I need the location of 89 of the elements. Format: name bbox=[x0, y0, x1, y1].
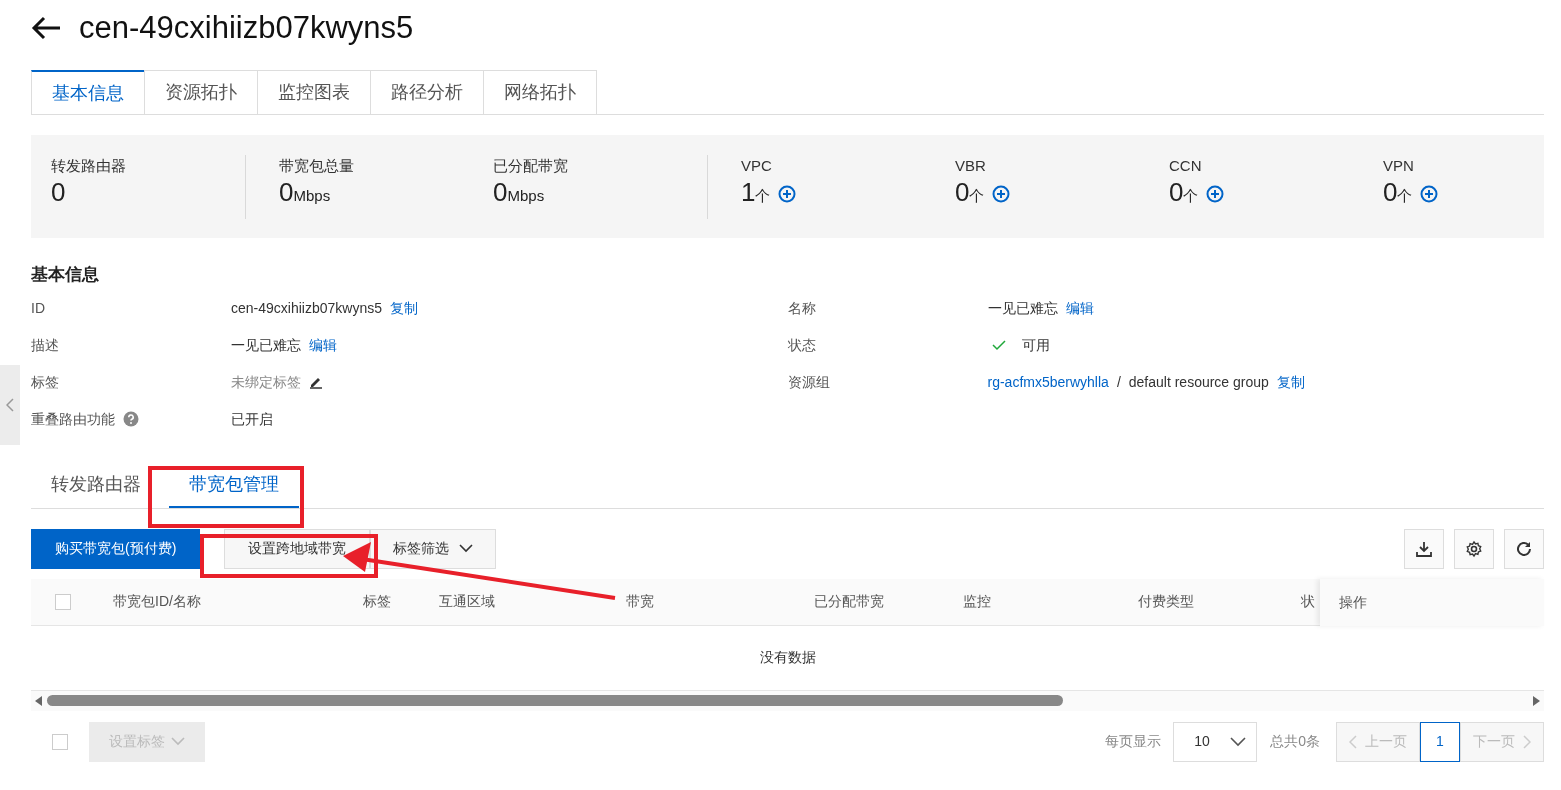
field-label: 重叠路由功能 bbox=[31, 409, 115, 429]
field-label: ID bbox=[31, 298, 45, 318]
page-button[interactable]: 1 bbox=[1420, 721, 1460, 762]
tab[interactable]: 网络拓扑 bbox=[483, 70, 597, 114]
column-header: 操作 bbox=[1339, 592, 1367, 612]
total-count: 总共0条 bbox=[1270, 732, 1320, 751]
page-size-label: 每页显示 bbox=[1105, 732, 1162, 751]
scrollbar[interactable] bbox=[31, 690, 1544, 711]
stat-unit: 个 bbox=[1397, 187, 1413, 204]
chevron-left-icon bbox=[6, 398, 14, 412]
column-header: 状 bbox=[1300, 592, 1316, 611]
check-icon bbox=[991, 339, 1006, 351]
stat-label: VPN bbox=[1383, 155, 1415, 176]
chevron-down-icon bbox=[459, 544, 474, 553]
refresh-icon bbox=[1515, 539, 1533, 558]
chevron-down-icon bbox=[1230, 736, 1247, 747]
field-value: 已开启 bbox=[231, 409, 273, 429]
help-icon bbox=[123, 411, 139, 427]
stat-unit: 个 bbox=[755, 187, 771, 204]
download-button[interactable] bbox=[1404, 528, 1444, 569]
field-value: 可用 bbox=[1021, 335, 1050, 355]
link[interactable]: 编辑 bbox=[309, 334, 337, 356]
page-title: cen-49cxihiizb07kwyns5 bbox=[79, 9, 414, 47]
column-header: 互通区域 bbox=[438, 592, 496, 611]
column-header: 已分配带宽 bbox=[813, 592, 885, 611]
filter-dropdown[interactable]: 标签筛选 bbox=[370, 528, 497, 569]
field-label: 名称 bbox=[787, 298, 816, 318]
stat-value: 0 bbox=[279, 177, 294, 207]
column-header: 带宽包ID/名称 bbox=[112, 592, 202, 611]
field-value: cen-49cxihiizb07kwyns5 bbox=[231, 298, 382, 318]
stat-value: 0 bbox=[955, 177, 970, 207]
settings-icon bbox=[1465, 539, 1483, 558]
separator: / bbox=[1116, 372, 1121, 392]
scroll-right-icon[interactable] bbox=[1533, 695, 1540, 706]
checkbox[interactable] bbox=[52, 733, 68, 750]
stat-unit: 个 bbox=[1183, 187, 1199, 204]
stat-value: 0 bbox=[1383, 177, 1398, 207]
field-label: 描述 bbox=[31, 335, 59, 355]
column-header: 标签 bbox=[362, 592, 392, 611]
field-value: default resource group bbox=[1128, 372, 1269, 392]
tab[interactable]: 带宽包管理 bbox=[169, 463, 299, 508]
stat-unit: Mbps bbox=[293, 187, 331, 204]
section-heading: 基本信息 bbox=[31, 264, 100, 286]
back-arrow-icon[interactable] bbox=[31, 16, 61, 40]
field-value: 一见已难忘 bbox=[231, 335, 301, 355]
chevron-right-icon bbox=[1523, 734, 1531, 749]
stat-label: 带宽包总量 bbox=[279, 155, 355, 176]
tab[interactable]: 基本信息 bbox=[31, 70, 145, 114]
field-label: 标签 bbox=[31, 372, 59, 392]
stat-unit: Mbps bbox=[507, 187, 545, 204]
column-header: 监控 bbox=[962, 592, 992, 611]
stat-unit: 个 bbox=[969, 187, 985, 204]
field-label: 资源组 bbox=[787, 372, 830, 392]
stat-value: 1 bbox=[741, 177, 756, 207]
link[interactable]: 复制 bbox=[1276, 371, 1305, 393]
field-value: 未绑定标签 bbox=[231, 372, 301, 392]
collapse-handle[interactable] bbox=[0, 365, 20, 445]
scroll-left-icon[interactable] bbox=[35, 695, 42, 706]
stat-label: 转发路由器 bbox=[51, 155, 127, 176]
chevron-down-icon bbox=[171, 737, 185, 746]
checkbox[interactable] bbox=[55, 593, 71, 610]
stat-value: 0 bbox=[493, 177, 508, 207]
add-icon[interactable] bbox=[992, 185, 1011, 203]
stat-label: 已分配带宽 bbox=[493, 155, 569, 176]
download-icon bbox=[1415, 539, 1433, 558]
stat-label: VBR bbox=[955, 155, 987, 176]
refresh-button[interactable] bbox=[1504, 528, 1544, 569]
stat-value: 0 bbox=[1169, 177, 1184, 207]
empty-message: 没有数据 bbox=[759, 648, 816, 667]
chevron-left-icon bbox=[1349, 734, 1357, 749]
column-header: 付费类型 bbox=[1137, 592, 1195, 611]
stat-label: VPC bbox=[741, 155, 773, 176]
column-header: 带宽 bbox=[625, 592, 655, 611]
stat-value: 0 bbox=[51, 177, 66, 207]
add-icon[interactable] bbox=[1206, 185, 1225, 203]
add-icon[interactable] bbox=[1420, 185, 1439, 203]
buy-button[interactable]: 购买带宽包(预付费) bbox=[31, 528, 201, 569]
settings-button[interactable] bbox=[1454, 528, 1494, 569]
page-size-select[interactable]: 10 bbox=[1173, 721, 1258, 762]
field-value: 一见已难忘 bbox=[987, 298, 1058, 318]
add-icon[interactable] bbox=[778, 185, 797, 203]
pencil-icon[interactable] bbox=[309, 375, 323, 389]
link[interactable]: 复制 bbox=[389, 297, 418, 319]
stat-label: CCN bbox=[1169, 155, 1203, 176]
scrollbar-thumb[interactable] bbox=[47, 695, 1063, 706]
link[interactable]: 编辑 bbox=[1065, 297, 1094, 319]
link[interactable]: rg-acfmx5berwyhlla bbox=[987, 371, 1109, 393]
field-label: 状态 bbox=[787, 335, 816, 355]
tab[interactable]: 转发路由器 bbox=[31, 463, 161, 508]
